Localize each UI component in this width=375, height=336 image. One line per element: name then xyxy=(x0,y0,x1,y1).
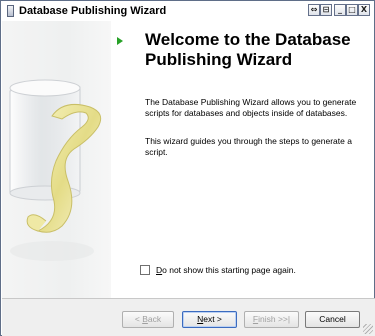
resize-grip-icon[interactable] xyxy=(363,324,373,334)
glass-and-scroll-art xyxy=(9,79,102,261)
cancel-button[interactable]: Cancel xyxy=(305,311,360,328)
back-rest: ack xyxy=(147,314,162,324)
minimize-button[interactable]: _ xyxy=(334,4,346,16)
skip-start-page-option[interactable]: Do not show this starting page again. xyxy=(140,265,296,275)
intro-paragraph: The Database Publishing Wizard allows yo… xyxy=(145,97,357,118)
close-button[interactable]: X xyxy=(358,4,370,16)
next-button[interactable]: Next > xyxy=(182,311,237,328)
wizard-illustration xyxy=(2,21,111,298)
finish-rest: inish >>| xyxy=(258,314,291,324)
title-bar[interactable]: Database Publishing Wizard ⇔ ⊟ _ □ X xyxy=(1,1,374,21)
skip-start-page-label[interactable]: Do not show this starting page again. xyxy=(156,265,296,275)
skip-start-page-checkbox[interactable] xyxy=(140,265,150,275)
wizard-window: Database Publishing Wizard ⇔ ⊟ _ □ X Wel… xyxy=(0,0,375,336)
button-bar: < Back Next > Finish >>| Cancel xyxy=(2,298,375,336)
next-rest: ext > xyxy=(203,314,222,324)
finish-button[interactable]: Finish >>| xyxy=(244,311,299,328)
window-icon xyxy=(7,5,14,17)
unpin-icon[interactable]: ⇔ xyxy=(308,4,320,16)
guide-paragraph: This wizard guides you through the steps… xyxy=(145,136,352,157)
back-button[interactable]: < Back xyxy=(122,311,174,328)
maximize-button[interactable]: □ xyxy=(346,4,358,16)
window-title: Database Publishing Wizard xyxy=(19,5,167,17)
restore-icon[interactable]: ⊟ xyxy=(320,4,332,16)
label-text: o not show this starting page again. xyxy=(162,265,296,275)
page-title: Welcome to the Database Publishing Wizar… xyxy=(145,30,351,69)
play-arrow-icon xyxy=(117,37,123,45)
